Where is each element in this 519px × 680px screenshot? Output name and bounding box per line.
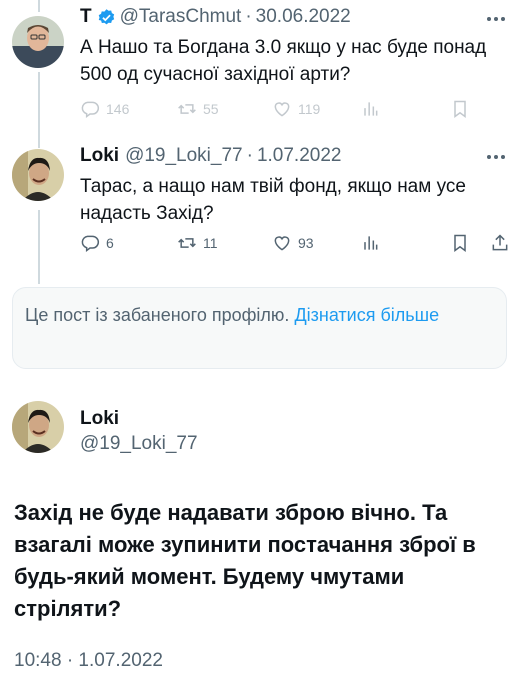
- reply-count: 146: [106, 101, 130, 117]
- separator: ·: [245, 6, 252, 27]
- reply-icon: [80, 233, 100, 253]
- like-count: 119: [298, 101, 321, 117]
- like-count: 93: [298, 235, 314, 251]
- retweet-icon: [177, 233, 197, 253]
- avatar[interactable]: [12, 149, 64, 201]
- banner-text: Це пост із забаненого профілю.: [25, 305, 290, 325]
- views-icon: [360, 233, 380, 253]
- more-icon[interactable]: [487, 155, 505, 159]
- reply-count: 6: [106, 235, 114, 251]
- tweet[interactable]: T @TarasChmut · 30.06.2022 А Нашо та Бог…: [0, 0, 519, 135]
- bookmark-icon: [450, 99, 470, 119]
- avatar[interactable]: [12, 401, 64, 453]
- tweet-header: Loki @19_Loki_77 · 1.07.2022: [80, 145, 341, 167]
- author-name[interactable]: Loki: [80, 408, 119, 430]
- retweet-button[interactable]: 55: [177, 99, 272, 119]
- avatar[interactable]: [12, 16, 64, 68]
- verified-badge-icon: [97, 8, 116, 27]
- more-icon[interactable]: [487, 17, 505, 21]
- author-name[interactable]: Loki: [80, 145, 119, 167]
- author-name[interactable]: T: [80, 6, 92, 28]
- retweet-icon: [177, 99, 197, 119]
- heart-icon: [272, 99, 292, 119]
- share-button[interactable]: [490, 233, 510, 253]
- reply-button[interactable]: 6: [80, 233, 177, 253]
- retweet-button[interactable]: 11: [177, 233, 272, 253]
- learn-more-link[interactable]: Дізнатися більше: [294, 305, 439, 325]
- views-button[interactable]: [360, 233, 450, 253]
- heart-icon: [272, 233, 292, 253]
- tweet-actions: 146 55 119: [80, 97, 510, 121]
- retweet-count: 55: [203, 101, 219, 117]
- bookmark-button[interactable]: [450, 233, 490, 253]
- like-button[interactable]: 119: [272, 99, 360, 119]
- retweet-count: 11: [203, 235, 218, 251]
- separator: ·: [246, 145, 253, 166]
- views-button[interactable]: [360, 99, 450, 119]
- main-tweet-text: Захід не буде надавати зброю вічно. Та в…: [14, 500, 476, 621]
- tweet-header: T @TarasChmut · 30.06.2022: [80, 6, 351, 28]
- tweet-text: А Нашо та Богдана 3.0 якщо у нас буде по…: [80, 37, 487, 85]
- tweet-text: Тарас, а нащо нам твій фонд, якщо нам ус…: [80, 176, 466, 224]
- bookmark-button[interactable]: [450, 99, 490, 119]
- bookmark-icon: [450, 233, 470, 253]
- reply-button[interactable]: 146: [80, 99, 177, 119]
- share-icon: [490, 233, 510, 253]
- like-button[interactable]: 93: [272, 233, 360, 253]
- banned-profile-notice: Це пост із забаненого профілю. Дізнатися…: [12, 287, 507, 369]
- author-handle[interactable]: @TarasChmut: [120, 6, 242, 28]
- tweet-date[interactable]: 30.06.2022: [256, 6, 351, 28]
- tweet[interactable]: Loki @19_Loki_77 · 1.07.2022 Тарас, а на…: [0, 135, 519, 275]
- author-handle[interactable]: @19_Loki_77: [125, 145, 243, 167]
- tweet-timestamp[interactable]: 10:48 · 1.07.2022: [14, 650, 163, 672]
- tweet-date[interactable]: 1.07.2022: [257, 145, 342, 167]
- views-icon: [360, 99, 380, 119]
- reply-icon: [80, 99, 100, 119]
- tweet-actions: 6 11 93: [80, 231, 510, 255]
- author-handle[interactable]: @19_Loki_77: [80, 433, 198, 455]
